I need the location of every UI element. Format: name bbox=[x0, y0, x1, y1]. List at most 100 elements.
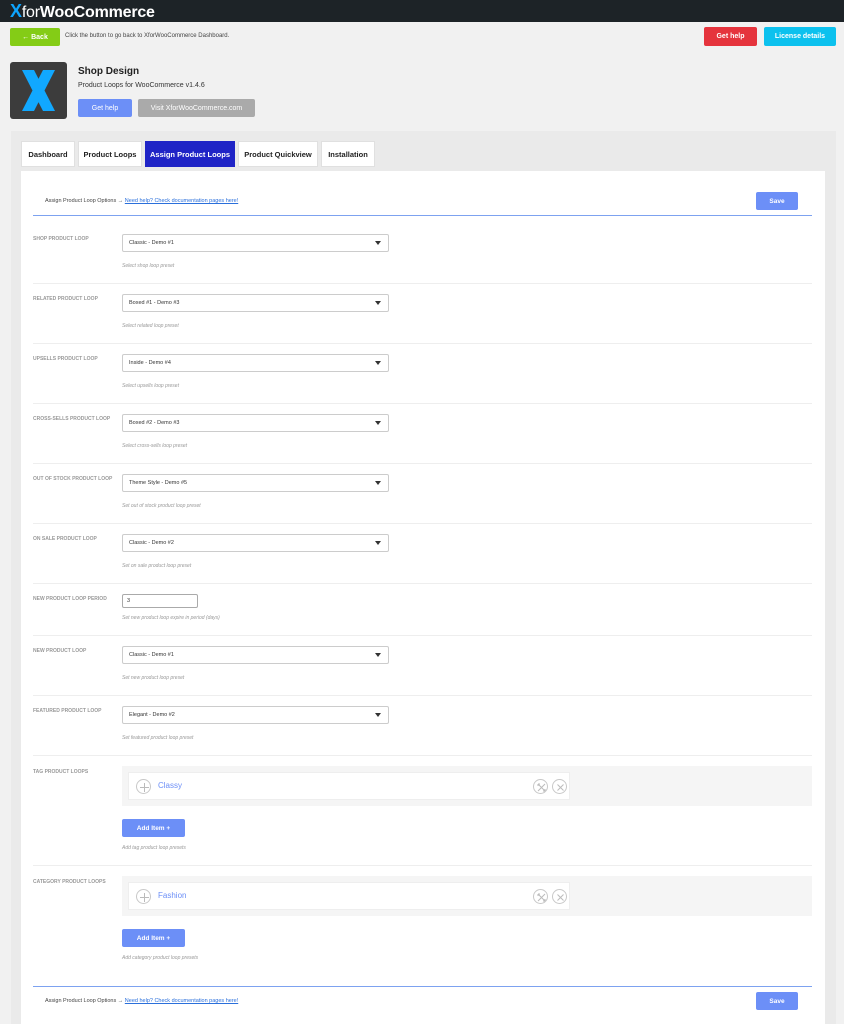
license-details-button[interactable]: License details bbox=[764, 27, 836, 46]
select-value: Boxed #2 - Demo #3 bbox=[129, 420, 180, 426]
field-hint: Select related loop preset bbox=[122, 323, 179, 329]
field-featured-loop: FEATURED PRODUCT LOOP Elegant - Demo #2 … bbox=[33, 705, 812, 756]
select-value: Boxed #1 - Demo #3 bbox=[129, 300, 180, 306]
out-of-stock-loop-select[interactable]: Theme Style - Demo #5 bbox=[122, 474, 389, 492]
field-label: ON SALE PRODUCT LOOP bbox=[33, 536, 97, 542]
tab-product-loops[interactable]: Product Loops bbox=[78, 141, 142, 167]
field-new-loop: NEW PRODUCT LOOP Classic - Demo #1 Set n… bbox=[33, 645, 812, 696]
category-loops-repeater: Fashion bbox=[122, 876, 812, 916]
repeater-item-name: Fashion bbox=[158, 891, 187, 900]
brand-x: X bbox=[10, 1, 22, 21]
cross-sells-loop-select[interactable]: Boxed #2 - Demo #3 bbox=[122, 414, 389, 432]
repeater-item-name: Classy bbox=[158, 781, 183, 790]
chevron-down-icon bbox=[375, 541, 381, 545]
page-title: Shop Design bbox=[78, 66, 140, 77]
plugin-logo bbox=[10, 62, 67, 119]
brand-name: WooCommerce bbox=[39, 4, 155, 21]
brand-logo: XforWooCommerce bbox=[10, 1, 155, 22]
docs-link[interactable]: Need help? Check documentation pages her… bbox=[125, 198, 238, 204]
field-label: UPSELLS PRODUCT LOOP bbox=[33, 356, 98, 362]
repeater-item[interactable]: Classy bbox=[128, 772, 570, 800]
plugin-version: Product Loops for WooCommerce v1.4.6 bbox=[78, 82, 205, 89]
tag-loops-repeater: Classy bbox=[122, 766, 812, 806]
shop-loop-select[interactable]: Classic - Demo #1 bbox=[122, 234, 389, 252]
field-label: SHOP PRODUCT LOOP bbox=[33, 236, 89, 242]
field-upsells-loop: UPSELLS PRODUCT LOOP Inside - Demo #4 Se… bbox=[33, 353, 812, 404]
field-hint: Select upsells loop preset bbox=[122, 383, 179, 389]
tab-assign-product-loops[interactable]: Assign Product Loops bbox=[145, 141, 235, 167]
get-help-top-button[interactable]: Get help bbox=[704, 27, 757, 46]
clone-icon[interactable] bbox=[533, 779, 548, 794]
field-related-loop: RELATED PRODUCT LOOP Boxed #1 - Demo #3 … bbox=[33, 293, 812, 344]
visit-site-button[interactable]: Visit XforWooCommerce.com bbox=[138, 99, 255, 117]
select-value: Inside - Demo #4 bbox=[129, 360, 171, 366]
field-shop-loop: SHOP PRODUCT LOOP Classic - Demo #1 Sele… bbox=[33, 233, 812, 284]
chevron-down-icon bbox=[375, 241, 381, 245]
repeater-item[interactable]: Fashion bbox=[128, 882, 570, 910]
on-sale-loop-select[interactable]: Classic - Demo #2 bbox=[122, 534, 389, 552]
back-hint: Click the button to go back to XforWooCo… bbox=[65, 33, 230, 39]
field-hint: Add category product loop presets bbox=[122, 955, 199, 961]
top-bar: XforWooCommerce bbox=[0, 0, 844, 22]
featured-loop-select[interactable]: Elegant - Demo #2 bbox=[122, 706, 389, 724]
field-label: NEW PRODUCT LOOP bbox=[33, 648, 87, 654]
options-bar-text: Assign Product Loop Options → Need help?… bbox=[45, 998, 239, 1004]
field-category-loops: CATEGORY PRODUCT LOOPS Fashion Add Item … bbox=[33, 876, 812, 975]
field-label: NEW PRODUCT LOOP PERIOD bbox=[33, 596, 107, 602]
field-label: CROSS-SELLS PRODUCT LOOP bbox=[33, 416, 111, 422]
field-hint: Set out of stock product loop preset bbox=[122, 503, 201, 509]
select-value: Classic - Demo #1 bbox=[129, 240, 174, 246]
docs-link[interactable]: Need help? Check documentation pages her… bbox=[125, 998, 238, 1004]
brand-for: for bbox=[21, 4, 40, 21]
field-hint: Set featured product loop preset bbox=[122, 735, 194, 741]
remove-icon[interactable] bbox=[552, 889, 567, 904]
field-label: OUT OF STOCK PRODUCT LOOP bbox=[33, 476, 113, 482]
tab-dashboard[interactable]: Dashboard bbox=[21, 141, 75, 167]
select-value: Theme Style - Demo #5 bbox=[129, 480, 188, 486]
field-hint: Add tag product loop presets bbox=[122, 845, 186, 851]
save-button[interactable]: Save bbox=[756, 192, 798, 210]
add-tag-item-button[interactable]: Add Item + bbox=[122, 819, 185, 837]
field-hint: Set new product loop preset bbox=[122, 675, 185, 681]
select-value: Elegant - Demo #2 bbox=[129, 712, 175, 718]
field-hint: Select cross-sells loop preset bbox=[122, 443, 188, 449]
field-label: FEATURED PRODUCT LOOP bbox=[33, 708, 102, 714]
chevron-down-icon bbox=[375, 421, 381, 425]
chevron-down-icon bbox=[375, 653, 381, 657]
chevron-down-icon bbox=[375, 361, 381, 365]
options-bar-top: Assign Product Loop Options → Need help?… bbox=[33, 187, 812, 216]
field-on-sale-loop: ON SALE PRODUCT LOOP Classic - Demo #2 S… bbox=[33, 533, 812, 584]
field-hint: Set on sale product loop preset bbox=[122, 563, 192, 569]
back-button[interactable]: ← Back bbox=[10, 28, 60, 46]
chevron-down-icon bbox=[375, 481, 381, 485]
field-label: RELATED PRODUCT LOOP bbox=[33, 296, 98, 302]
field-hint: Set new product loop expire in period (d… bbox=[122, 615, 220, 621]
remove-icon[interactable] bbox=[552, 779, 567, 794]
select-value: Classic - Demo #1 bbox=[129, 652, 174, 658]
new-loop-select[interactable]: Classic - Demo #1 bbox=[122, 646, 389, 664]
get-help-button[interactable]: Get help bbox=[78, 99, 132, 117]
clone-icon[interactable] bbox=[533, 889, 548, 904]
expand-plus-icon[interactable] bbox=[136, 889, 151, 904]
field-new-loop-period: NEW PRODUCT LOOP PERIOD 3 Set new produc… bbox=[33, 593, 812, 636]
related-loop-select[interactable]: Boxed #1 - Demo #3 bbox=[122, 294, 389, 312]
options-bar-text: Assign Product Loop Options → Need help?… bbox=[45, 198, 239, 204]
tab-installation[interactable]: Installation bbox=[321, 141, 375, 167]
chevron-down-icon bbox=[375, 301, 381, 305]
select-value: Classic - Demo #2 bbox=[129, 540, 174, 546]
field-out-of-stock-loop: OUT OF STOCK PRODUCT LOOP Theme Style - … bbox=[33, 473, 812, 524]
field-hint: Select shop loop preset bbox=[122, 263, 175, 269]
save-button[interactable]: Save bbox=[756, 992, 798, 1010]
options-bar-bottom: Assign Product Loop Options → Need help?… bbox=[33, 986, 812, 1015]
expand-plus-icon[interactable] bbox=[136, 779, 151, 794]
tab-product-quickview[interactable]: Product Quickview bbox=[238, 141, 318, 167]
field-label: TAG PRODUCT LOOPS bbox=[33, 769, 89, 775]
chevron-down-icon bbox=[375, 713, 381, 717]
input-value: 3 bbox=[127, 598, 131, 604]
add-category-item-button[interactable]: Add Item + bbox=[122, 929, 185, 947]
upsells-loop-select[interactable]: Inside - Demo #4 bbox=[122, 354, 389, 372]
field-label: CATEGORY PRODUCT LOOPS bbox=[33, 879, 106, 885]
new-loop-period-input[interactable]: 3 bbox=[122, 594, 198, 608]
field-cross-sells-loop: CROSS-SELLS PRODUCT LOOP Boxed #2 - Demo… bbox=[33, 413, 812, 464]
field-tag-loops: TAG PRODUCT LOOPS Classy Add Item + Add … bbox=[33, 766, 812, 866]
